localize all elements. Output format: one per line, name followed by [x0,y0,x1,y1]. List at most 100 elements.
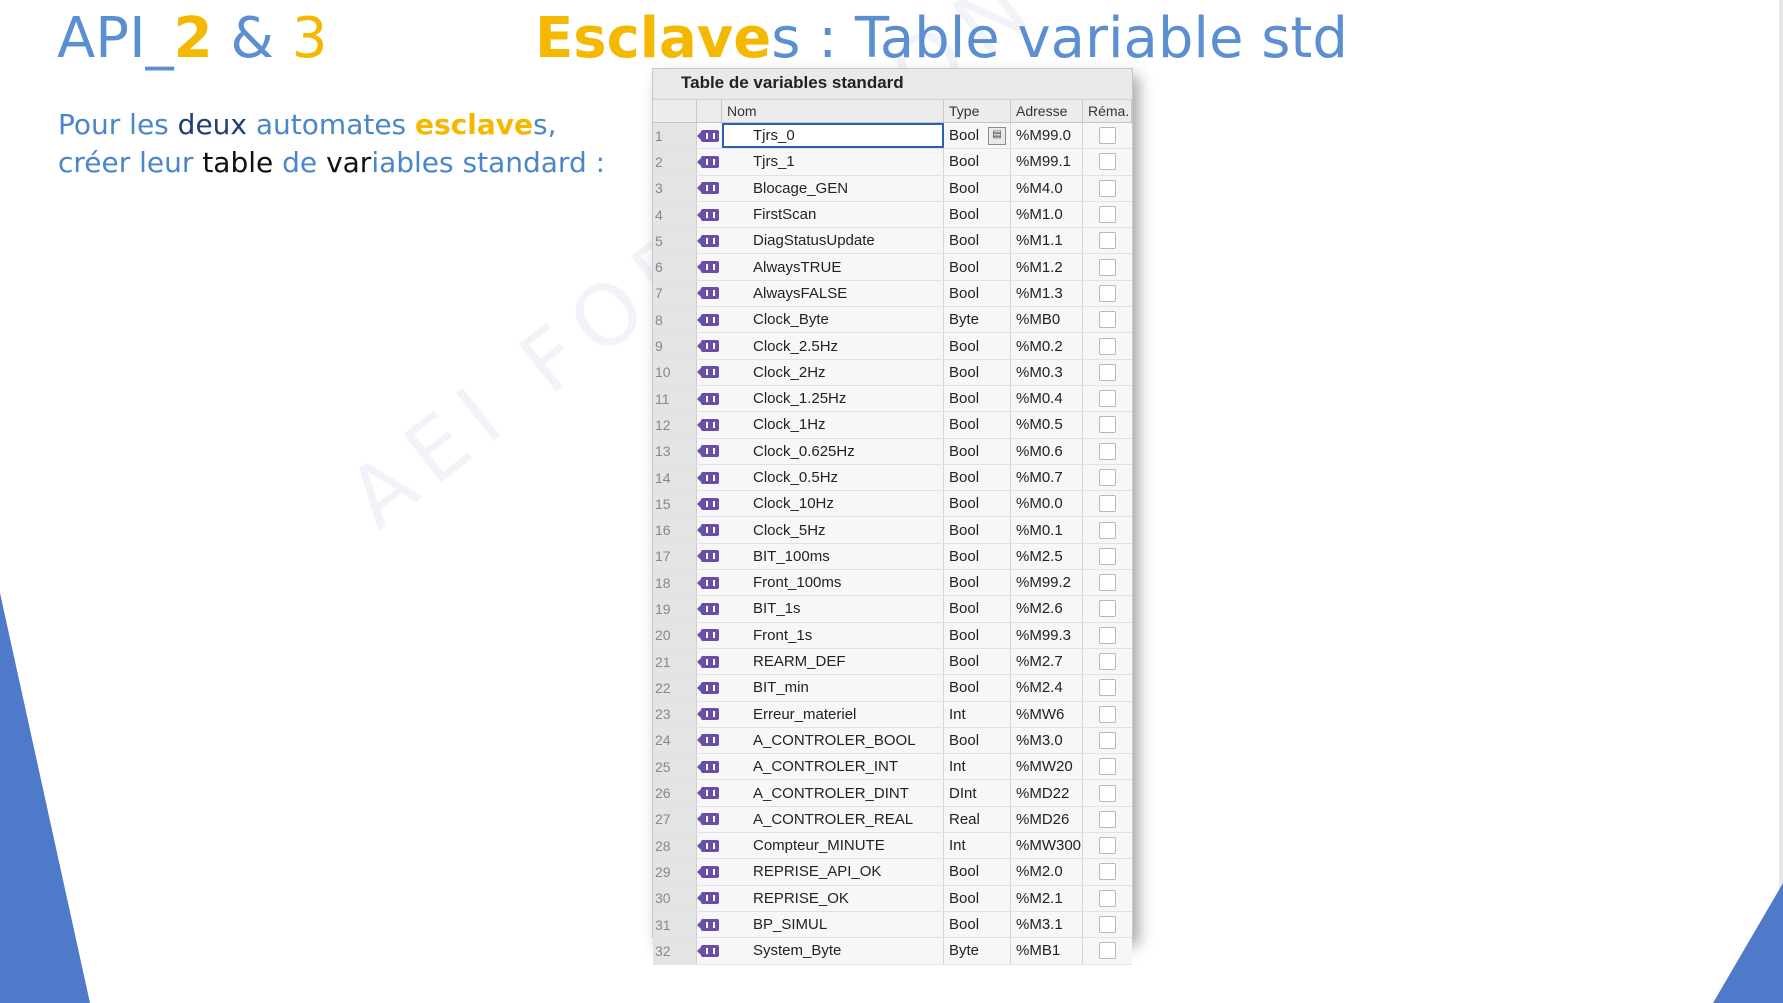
variable-address-cell[interactable]: %M2.5 [1011,543,1083,570]
retain-checkbox[interactable] [1099,469,1116,486]
table-row[interactable]: 20 Front_1sBool▤%M99.3 [653,622,1132,649]
table-row[interactable]: 13 Clock_0.625HzBool▤%M0.6 [653,438,1132,465]
retain-checkbox[interactable] [1099,626,1116,644]
row-number[interactable]: 3 [653,175,697,201]
table-row[interactable]: 17 BIT_100msBool▤%M2.5 [653,543,1132,571]
variable-name-cell[interactable]: REPRISE_API_OK [722,859,944,885]
row-number[interactable]: 32 [653,938,697,964]
table-row[interactable]: 15 Clock_10HzBool▤%M0.0 [653,491,1132,518]
table-row[interactable]: 4 FirstScanBool▤%M1.0 [653,201,1132,229]
variable-name-cell[interactable]: Clock_5Hz [722,517,944,543]
variable-type-cell[interactable]: Bool▤ [944,464,1011,491]
variable-address-cell[interactable]: %M2.0 [1011,859,1083,885]
row-number[interactable]: 28 [653,833,697,859]
variable-address-cell[interactable]: %M99.2 [1011,570,1083,596]
retain-checkbox[interactable] [1099,179,1116,197]
variable-type-cell[interactable]: Bool▤ [944,727,1011,754]
retain-checkbox[interactable] [1099,390,1116,408]
row-number[interactable]: 21 [653,648,697,675]
row-number[interactable]: 13 [653,438,697,464]
variable-name-cell[interactable]: Clock_0.5Hz [722,464,944,491]
retain-checkbox[interactable] [1099,600,1116,618]
table-row[interactable]: 5 DiagStatusUpdateBool▤%M1.1 [653,228,1132,255]
variable-address-cell[interactable]: %MB0 [1011,307,1083,333]
retain-checkbox[interactable] [1099,127,1116,145]
retain-checkbox[interactable] [1099,521,1116,539]
row-number[interactable]: 29 [653,859,697,885]
variable-type-cell[interactable]: Bool▤ [944,438,1011,464]
variable-address-cell[interactable]: %MD26 [1011,806,1083,833]
header-address[interactable]: Adresse [1011,100,1083,122]
variable-name-cell[interactable]: Tjrs_0 [722,123,944,149]
variable-type-cell[interactable]: Bool▤ [944,228,1011,254]
variable-name-cell[interactable]: A_CONTROLER_INT [722,754,944,780]
variable-address-cell[interactable]: %M99.1 [1011,149,1083,175]
variable-type-cell[interactable]: Int▤ [944,754,1011,780]
table-row[interactable]: 18 Front_100msBool▤%M99.2 [653,570,1132,597]
variable-name-cell[interactable]: A_CONTROLER_BOOL [722,727,944,754]
row-number[interactable]: 1 [653,123,697,149]
row-number[interactable]: 22 [653,675,697,701]
variable-type-cell[interactable]: Int▤ [944,833,1011,859]
retain-checkbox[interactable] [1099,311,1116,329]
variable-address-cell[interactable]: %M99.3 [1011,622,1083,648]
row-number[interactable]: 10 [653,359,697,385]
variable-name-cell[interactable]: REPRISE_OK [722,885,944,911]
variable-type-cell[interactable]: Bool▤ [944,254,1011,280]
retain-checkbox[interactable] [1099,442,1116,460]
variable-type-cell[interactable]: Bool▤ [944,201,1011,228]
variable-address-cell[interactable]: %M1.2 [1011,254,1083,280]
retain-checkbox[interactable] [1099,337,1116,355]
variable-type-cell[interactable]: Bool▤ [944,333,1011,359]
retain-checkbox[interactable] [1099,916,1116,934]
table-row[interactable]: 14 Clock_0.5HzBool▤%M0.7 [653,464,1132,492]
variable-name-cell[interactable]: FirstScan [722,201,944,228]
variable-name-cell[interactable]: Erreur_materiel [722,701,944,727]
variable-type-cell[interactable]: Bool▤ [944,412,1011,438]
table-row[interactable]: 9 Clock_2.5HzBool▤%M0.2 [653,333,1132,360]
variable-address-cell[interactable]: %M0.4 [1011,385,1083,412]
variable-address-cell[interactable]: %MW6 [1011,701,1083,727]
variable-address-cell[interactable]: %M3.1 [1011,911,1083,938]
variable-address-cell[interactable]: %M1.3 [1011,280,1083,307]
variable-name-cell[interactable]: System_Byte [722,938,944,964]
row-number[interactable]: 8 [653,307,697,333]
retain-checkbox[interactable] [1099,837,1116,855]
variable-name-cell[interactable]: Blocage_GEN [722,175,944,201]
retain-checkbox[interactable] [1099,495,1116,513]
retain-checkbox[interactable] [1099,547,1116,565]
variable-address-cell[interactable]: %M1.0 [1011,201,1083,228]
variable-address-cell[interactable]: %MD22 [1011,780,1083,806]
variable-name-cell[interactable]: A_CONTROLER_DINT [722,780,944,806]
variable-name-cell[interactable]: AlwaysTRUE [722,254,944,280]
table-row[interactable]: 25 A_CONTROLER_INTInt▤%MW20 [653,754,1132,781]
type-dropdown-icon[interactable]: ▤ [988,126,1006,145]
variable-address-cell[interactable]: %MW20 [1011,754,1083,780]
row-number[interactable]: 2 [653,149,697,175]
table-row[interactable]: 30 REPRISE_OKBool▤%M2.1 [653,885,1132,912]
variable-type-cell[interactable]: Byte▤ [944,938,1011,964]
variable-name-cell[interactable]: Clock_1Hz [722,412,944,438]
variable-name-cell[interactable]: Front_1s [722,622,944,648]
variable-address-cell[interactable]: %M0.3 [1011,359,1083,385]
variable-type-cell[interactable]: Bool▤ [944,911,1011,938]
table-row[interactable]: 7 AlwaysFALSEBool▤%M1.3 [653,280,1132,308]
variable-address-cell[interactable]: %M2.4 [1011,675,1083,701]
retain-checkbox[interactable] [1099,416,1116,434]
retain-checkbox[interactable] [1099,784,1116,802]
table-row[interactable]: 12 Clock_1HzBool▤%M0.5 [653,412,1132,439]
row-number[interactable]: 12 [653,412,697,438]
variable-type-cell[interactable]: Bool▤ [944,596,1011,622]
variable-type-cell[interactable]: Bool▤ [944,175,1011,201]
retain-checkbox[interactable] [1099,232,1116,250]
table-row[interactable]: 19 BIT_1sBool▤%M2.6 [653,596,1132,623]
variable-name-cell[interactable]: Clock_1.25Hz [722,385,944,412]
retain-checkbox[interactable] [1099,574,1116,592]
retain-checkbox[interactable] [1099,153,1116,171]
retain-checkbox[interactable] [1099,258,1116,276]
variable-type-cell[interactable]: Int▤ [944,701,1011,727]
variable-type-cell[interactable]: Bool▤ [944,648,1011,675]
variable-name-cell[interactable]: Clock_2Hz [722,359,944,385]
variable-type-cell[interactable]: Bool▤ [944,359,1011,385]
variable-type-cell[interactable]: Bool▤ [944,517,1011,543]
